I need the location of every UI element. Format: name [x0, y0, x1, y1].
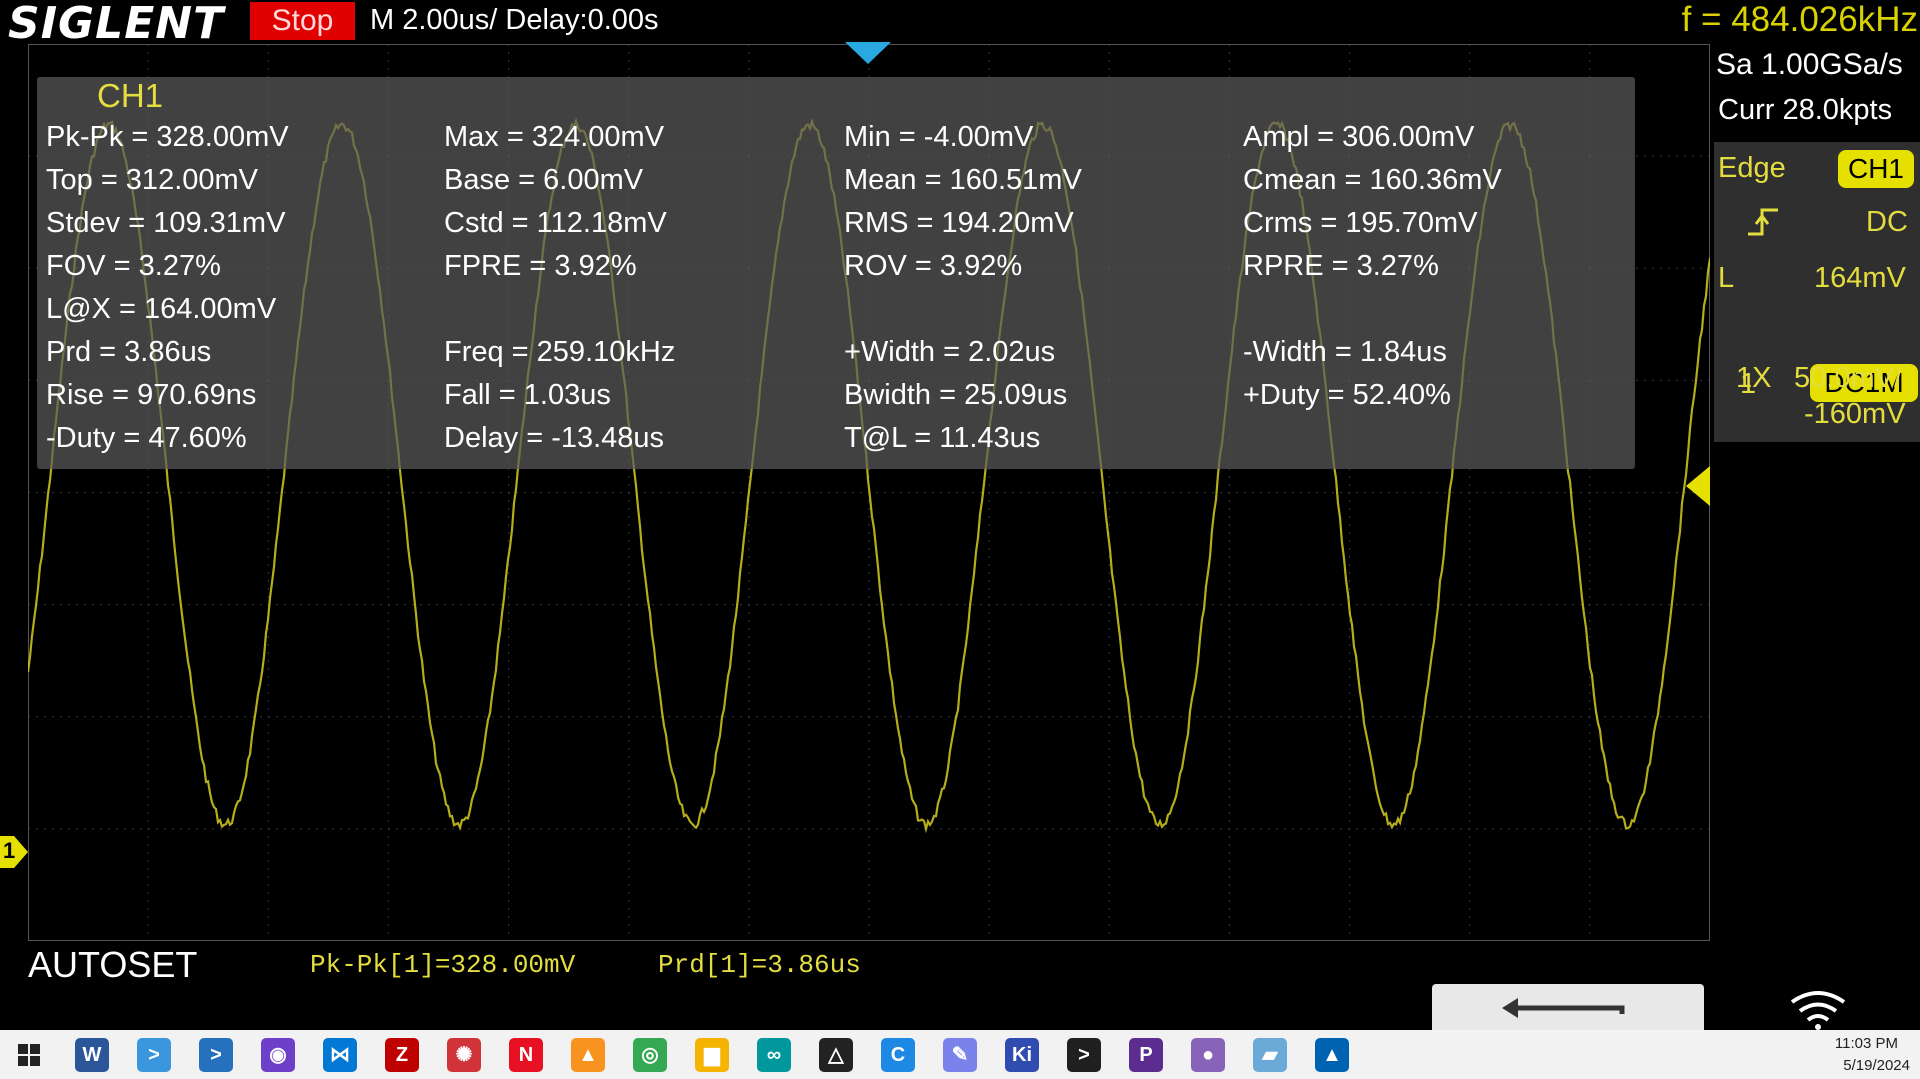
file-explorer-icon[interactable]: ▆ [695, 1038, 729, 1072]
measurement-value: -Duty = 47.60% [46, 422, 247, 454]
app-photo-icon[interactable]: ▲ [1315, 1038, 1349, 1072]
windows-start-icon[interactable] [18, 1044, 40, 1066]
filezilla-icon[interactable]: Z [385, 1038, 419, 1072]
app-red-icon[interactable]: ✺ [447, 1038, 481, 1072]
wifi-area [1714, 984, 1920, 1030]
right-info-panel: Sa 1.00GSa/s Curr 28.0kpts Edge CH1 DC L… [1712, 44, 1920, 941]
trigger-coupling: DC [1866, 206, 1908, 238]
windows-taskbar: W > > ◉ ⋈ Z ✺ N ▲ ◎ ▆ ∞ △ C ✎ Ki > P ● ▰ ▲ [0, 1030, 1920, 1079]
measurement-value: Cmean = 160.36mV [1243, 164, 1502, 196]
measurement-value: RMS = 194.20mV [844, 207, 1074, 239]
quick-measure-period: Prd[1]=3.86us [658, 950, 861, 980]
measurement-value: Prd = 3.86us [46, 336, 212, 368]
github-icon[interactable]: ◉ [261, 1038, 295, 1072]
app-p-icon[interactable]: P [1129, 1038, 1163, 1072]
measurement-value: T@L = 11.43us [844, 422, 1041, 454]
measurement-value: RPRE = 3.27% [1243, 250, 1439, 282]
measurement-value: Base = 6.00mV [444, 164, 644, 196]
ch1-ground-label: 1 [3, 838, 16, 863]
quick-measure-pkpk: Pk-Pk[1]=328.00mV [310, 950, 576, 980]
measurement-value: Delay = -13.48us [444, 422, 665, 454]
wifi-icon [1790, 991, 1846, 1030]
frequency-counter: f = 484.026kHz [1681, 0, 1918, 39]
powershell-icon[interactable]: > [199, 1038, 233, 1072]
measurement-value: Freq = 259.10kHz [444, 336, 676, 368]
measurement-value: +Width = 2.02us [844, 336, 1056, 368]
trigger-source-badge: CH1 [1838, 150, 1914, 188]
measurement-value: ROV = 3.92% [844, 250, 1023, 282]
run-stop-status[interactable]: Stop [250, 2, 355, 40]
terminal-app-icon[interactable]: > [137, 1038, 171, 1072]
app-book-icon[interactable]: ▰ [1253, 1038, 1287, 1072]
measurement-value: Top = 312.00mV [46, 164, 259, 196]
trigger-position-marker[interactable] [845, 42, 891, 66]
vlc-icon[interactable]: ▲ [571, 1038, 605, 1072]
sample-rate: Sa 1.00GSa/s [1716, 48, 1903, 81]
app-chat-icon[interactable]: ✎ [943, 1038, 977, 1072]
trigger-box[interactable]: Edge CH1 DC L 164mV [1714, 142, 1920, 348]
vertical-offset: -160mV [1804, 398, 1906, 430]
measurement-value: FPRE = 3.92% [444, 250, 637, 282]
measurement-value: Ampl = 306.00mV [1243, 121, 1475, 153]
measurement-value: Pk-Pk = 328.00mV [46, 121, 289, 153]
app-globe-icon[interactable]: ● [1191, 1038, 1225, 1072]
measurement-channel-label: CH1 [97, 77, 164, 114]
probe-attenuation: 1X [1736, 362, 1772, 394]
back-arrow-icon [1502, 998, 1625, 1018]
app-red2-icon[interactable]: N [509, 1038, 543, 1072]
chrome-icon[interactable]: ◎ [633, 1038, 667, 1072]
app-c-icon[interactable]: C [881, 1038, 915, 1072]
measurement-value: -Width = 1.84us [1243, 336, 1447, 368]
memory-depth: Curr 28.0kpts [1718, 94, 1893, 126]
measurement-value: Max = 324.00mV [444, 121, 665, 153]
arduino-icon[interactable]: ∞ [757, 1038, 791, 1072]
measurement-panel: CH1 Pk-Pk = 328.00mV Max = 324.00mV Min = … [37, 77, 1635, 469]
autoset-status: AUTOSET [28, 944, 198, 985]
vertical-scale: 50.0mV/ [1794, 362, 1902, 394]
measurement-value: Mean = 160.51mV [844, 164, 1082, 196]
timebase-readout[interactable]: M 2.00us/ Delay:0.00s [370, 4, 659, 37]
measurement-value: FOV = 3.27% [46, 250, 221, 282]
back-button[interactable] [1432, 984, 1704, 1030]
measurement-value: Rise = 970.69ns [46, 379, 257, 411]
inkscape-icon[interactable]: △ [819, 1038, 853, 1072]
measurement-value: Cstd = 112.18mV [444, 207, 667, 239]
vscode-icon[interactable]: ⋈ [323, 1038, 357, 1072]
measurement-value: Crms = 195.70mV [1243, 207, 1478, 239]
word-icon[interactable]: W [75, 1038, 109, 1072]
measurement-value: Bwidth = 25.09us [844, 379, 1068, 411]
trigger-level-marker[interactable] [1686, 466, 1710, 506]
ch1-ground-marker[interactable]: 1 [0, 836, 28, 868]
measurement-value: Fall = 1.03us [444, 379, 611, 411]
trigger-type: Edge [1718, 152, 1786, 184]
measurement-value: Min = -4.00mV [844, 121, 1034, 153]
clock-date[interactable]: 5/19/2024 [1843, 1057, 1910, 1074]
rising-edge-icon [1748, 208, 1778, 236]
kicad-icon[interactable]: Ki [1005, 1038, 1039, 1072]
measurement-value: L@X = 164.00mV [46, 293, 277, 325]
measurement-value: +Duty = 52.40% [1243, 379, 1451, 411]
trigger-level-label: L [1718, 262, 1735, 294]
measurement-value: Stdev = 109.31mV [46, 207, 286, 239]
clock-time[interactable]: 11:03 PM [1835, 1035, 1898, 1052]
trigger-level-value: 164mV [1814, 262, 1906, 294]
terminal-dark-icon[interactable]: > [1067, 1038, 1101, 1072]
siglent-logo: SIGLENT [8, 0, 225, 49]
